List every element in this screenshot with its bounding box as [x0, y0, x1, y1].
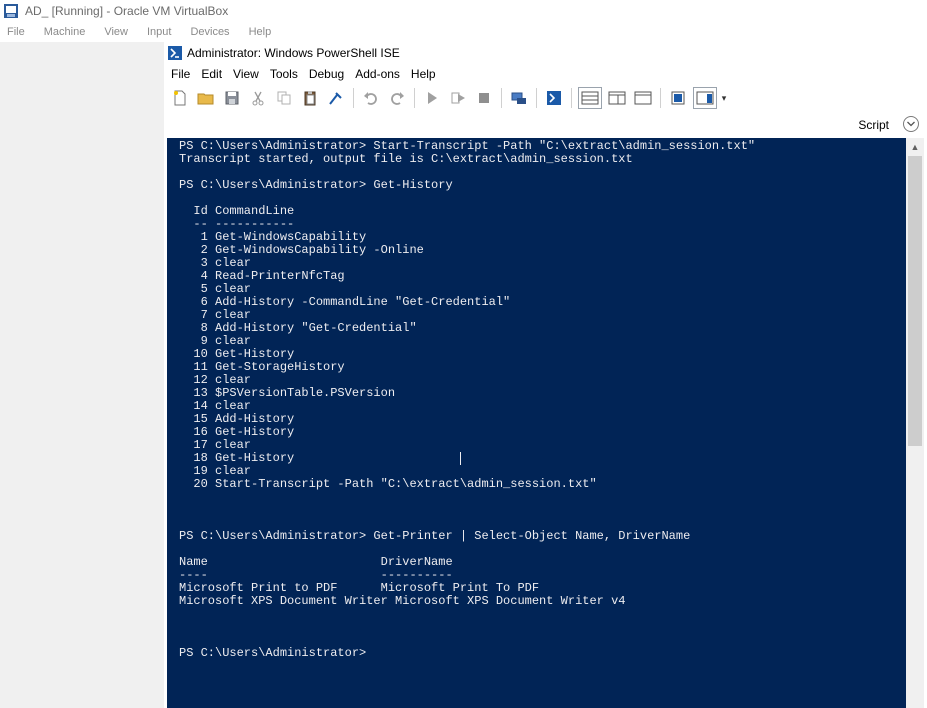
vm-titlebar: AD_ [Running] - Oracle VM VirtualBox: [0, 0, 927, 22]
console-line: 7 clear: [179, 308, 252, 322]
menu-tools[interactable]: Tools: [270, 67, 298, 81]
menu-view[interactable]: View: [233, 67, 259, 81]
copy-icon[interactable]: [273, 87, 295, 109]
console-scrollbar[interactable]: ▲: [906, 138, 924, 708]
console-output[interactable]: PS C:\Users\Administrator> Start-Transcr…: [179, 140, 755, 660]
powershell-icon: [168, 45, 182, 60]
layout-max-icon[interactable]: [632, 87, 654, 109]
console-pane[interactable]: PS C:\Users\Administrator> Start-Transcr…: [167, 138, 906, 708]
console-line: 8 Add-History "Get-Credential": [179, 321, 417, 335]
console-line: PS C:\Users\Administrator> Start-Transcr…: [179, 139, 756, 153]
console-line: 16 Get-History: [179, 425, 295, 439]
vm-menu-input[interactable]: Input: [147, 26, 171, 38]
console-line: 4 Read-PrinterNfcTag: [179, 269, 345, 283]
toolbar-separator: [501, 88, 502, 108]
menu-debug[interactable]: Debug: [309, 67, 344, 81]
toolbar-separator: [353, 88, 354, 108]
vm-window-title: AD_ [Running] - Oracle VM VirtualBox: [25, 4, 229, 18]
menu-edit[interactable]: Edit: [201, 67, 222, 81]
toolbar-separator: [414, 88, 415, 108]
vm-menu-devices[interactable]: Devices: [190, 26, 229, 38]
console-line: 2 Get-WindowsCapability -Online: [179, 243, 424, 257]
toolbar-separator: [536, 88, 537, 108]
console-line: 9 clear: [179, 334, 252, 348]
script-pane-bar: Script: [165, 114, 927, 138]
console-line: Transcript started, output file is C:\ex…: [179, 152, 633, 166]
console-line: 11 Get-StorageHistory: [179, 360, 345, 374]
chevron-down-icon[interactable]: [903, 116, 919, 132]
console-line: PS C:\Users\Administrator> Get-Printer |…: [179, 529, 691, 543]
scroll-up-icon[interactable]: ▲: [906, 138, 924, 155]
console-line: 13 $PSVersionTable.PSVersion: [179, 386, 396, 400]
console-line: 3 clear: [179, 256, 252, 270]
console-line: PS C:\Users\Administrator>: [179, 646, 367, 660]
toolbar-separator: [571, 88, 572, 108]
ise-toolbar: ▾: [165, 84, 927, 112]
console-line: 5 clear: [179, 282, 252, 296]
layout-right-icon[interactable]: [606, 87, 628, 109]
console-line: 17 clear: [179, 438, 252, 452]
undo-icon[interactable]: [360, 87, 382, 109]
vm-menu-view[interactable]: View: [104, 26, 128, 38]
console-line: ---- ----------: [179, 568, 453, 582]
console-line: 14 clear: [179, 399, 252, 413]
vm-menu-help[interactable]: Help: [249, 26, 272, 38]
new-file-icon[interactable]: [169, 87, 191, 109]
vm-desktop-area: [0, 42, 164, 708]
console-line: 20 Start-Transcript -Path "C:\extract\ad…: [179, 477, 597, 491]
console-line: 1 Get-WindowsCapability: [179, 230, 367, 244]
open-folder-icon[interactable]: [195, 87, 217, 109]
console-line: 15 Add-History: [179, 412, 295, 426]
run-selection-icon[interactable]: [447, 87, 469, 109]
script-label[interactable]: Script: [858, 118, 889, 132]
toolbar-separator: [660, 88, 661, 108]
console-line: PS C:\Users\Administrator> Get-History: [179, 178, 453, 192]
powershell-console-icon[interactable]: [543, 87, 565, 109]
vm-menu-file[interactable]: File: [7, 26, 25, 38]
cut-icon[interactable]: [247, 87, 269, 109]
show-command-window-icon[interactable]: [667, 87, 689, 109]
paste-icon[interactable]: [299, 87, 321, 109]
menu-add-ons[interactable]: Add-ons: [355, 67, 400, 81]
show-command-addon-icon[interactable]: [693, 87, 717, 109]
run-script-icon[interactable]: [421, 87, 443, 109]
console-line: -- -----------: [179, 217, 295, 231]
console-line: Name DriverName: [179, 555, 453, 569]
vm-menubar: File Machine View Input Devices Help: [0, 22, 927, 42]
console-line: 19 clear: [179, 464, 252, 478]
toolbar-overflow-icon[interactable]: ▾: [719, 87, 729, 109]
console-line: Id CommandLine: [179, 204, 295, 218]
save-icon[interactable]: [221, 87, 243, 109]
vm-menu-machine[interactable]: Machine: [44, 26, 86, 38]
console-line: Microsoft XPS Document Writer Microsoft …: [179, 594, 626, 608]
menu-file[interactable]: File: [171, 67, 190, 81]
ise-window-title: Administrator: Windows PowerShell ISE: [187, 45, 400, 60]
ise-menubar: File Edit View Tools Debug Add-ons Help: [165, 64, 927, 84]
scrollbar-thumb[interactable]: [908, 156, 922, 446]
layout-top-icon[interactable]: [578, 87, 602, 109]
text-caret: [460, 452, 461, 465]
menu-help[interactable]: Help: [411, 67, 436, 81]
console-line: 18 Get-History: [179, 451, 295, 465]
virtualbox-icon: [3, 3, 19, 19]
console-line: 10 Get-History: [179, 347, 295, 361]
console-line: Microsoft Print to PDF Microsoft Print T…: [179, 581, 540, 595]
stop-icon[interactable]: [473, 87, 495, 109]
powershell-ise-window: Administrator: Windows PowerShell ISE Fi…: [165, 42, 927, 708]
clear-console-icon[interactable]: [325, 87, 347, 109]
console-line: 12 clear: [179, 373, 252, 387]
redo-icon[interactable]: [386, 87, 408, 109]
console-line: 6 Add-History -CommandLine "Get-Credenti…: [179, 295, 511, 309]
ise-titlebar: Administrator: Windows PowerShell ISE: [165, 42, 927, 63]
new-remote-tab-icon[interactable]: [508, 87, 530, 109]
